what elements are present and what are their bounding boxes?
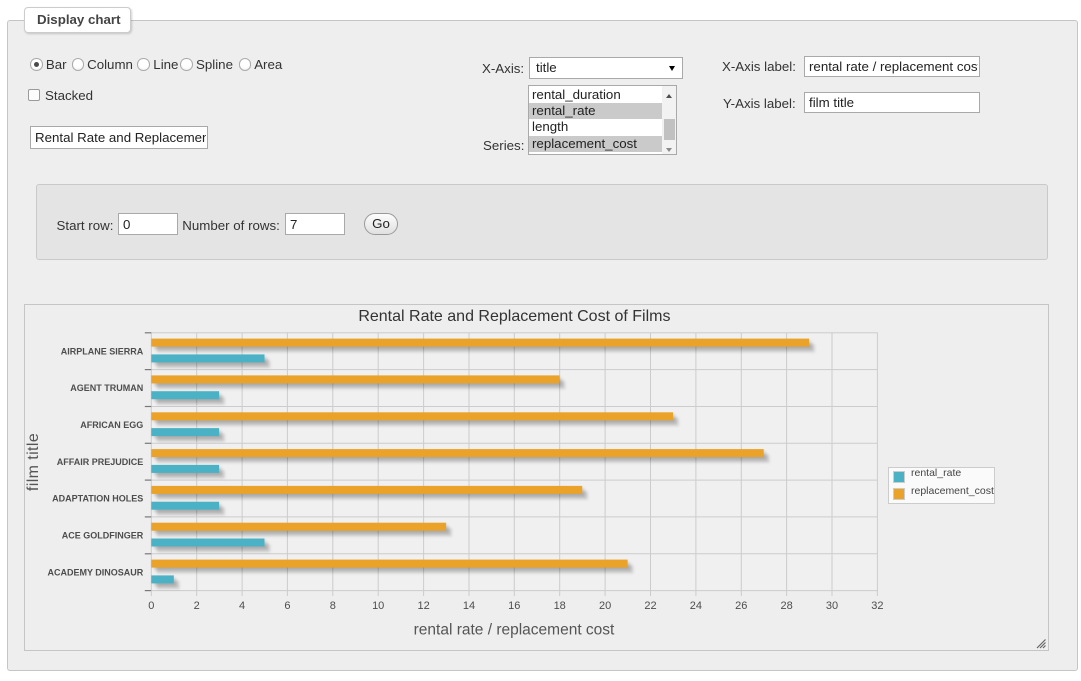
svg-text:12: 12 [417,600,429,612]
svg-text:AGENT TRUMAN: AGENT TRUMAN [70,383,143,393]
svg-text:AIRPLANE SIERRA: AIRPLANE SIERRA [61,346,144,356]
svg-text:16: 16 [508,600,520,612]
svg-text:rental rate / replacement cost: rental rate / replacement cost [414,622,615,639]
svg-text:ADAPTATION HOLES: ADAPTATION HOLES [52,494,143,504]
svg-text:4: 4 [239,600,245,612]
svg-text:20: 20 [599,600,611,612]
svg-text:film title: film title [25,433,42,491]
svg-text:30: 30 [826,600,838,612]
svg-text:26: 26 [735,600,747,612]
svg-text:8: 8 [330,600,336,612]
svg-text:2: 2 [194,600,200,612]
svg-text:6: 6 [284,600,290,612]
svg-text:Rental Rate and Replacement Co: Rental Rate and Replacement Cost of Film… [358,308,670,325]
svg-text:14: 14 [463,600,475,612]
svg-text:28: 28 [780,600,792,612]
svg-text:24: 24 [690,600,702,612]
svg-text:22: 22 [644,600,656,612]
svg-text:ACADEMY DINOSAUR: ACADEMY DINOSAUR [47,567,143,577]
svg-text:32: 32 [871,600,883,612]
svg-text:18: 18 [554,600,566,612]
svg-text:0: 0 [148,600,154,612]
svg-text:AFRICAN EGG: AFRICAN EGG [80,420,143,430]
svg-text:AFFAIR PREJUDICE: AFFAIR PREJUDICE [57,457,144,467]
svg-text:10: 10 [372,600,384,612]
svg-text:ACE GOLDFINGER: ACE GOLDFINGER [62,531,144,541]
